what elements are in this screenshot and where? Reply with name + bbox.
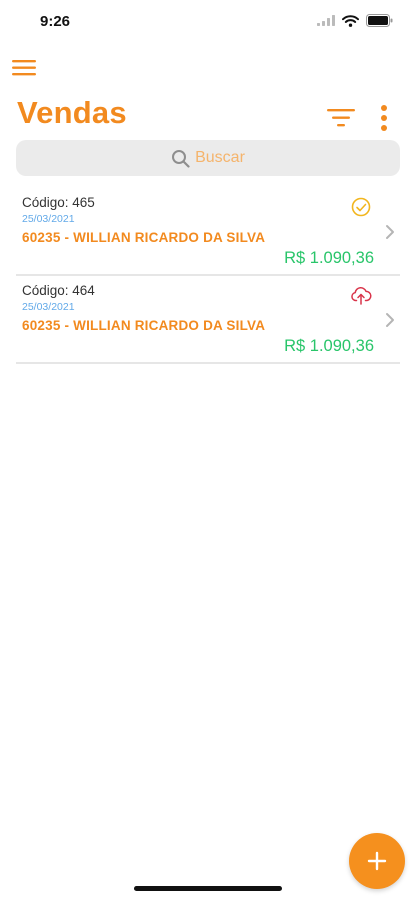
hamburger-icon	[12, 60, 36, 76]
sale-value: R$ 1.090,36	[284, 337, 374, 355]
plus-icon	[367, 851, 387, 871]
check-circle-icon	[351, 197, 371, 217]
sale-date: 25/03/2021	[22, 213, 75, 225]
sale-code: Código: 465	[22, 195, 95, 210]
status-time: 9:26	[40, 13, 71, 30]
filter-icon	[327, 109, 355, 127]
home-indicator	[134, 886, 282, 891]
sale-card[interactable]: Código: 465 25/03/2021 60235 - WILLIAN R…	[16, 188, 400, 276]
more-vertical-icon	[381, 105, 387, 131]
add-sale-button[interactable]	[349, 833, 405, 889]
cloud-upload-icon	[351, 287, 372, 305]
chevron-right-icon	[386, 313, 394, 327]
battery-icon	[366, 14, 393, 27]
sale-value: R$ 1.090,36	[284, 249, 374, 267]
status-bar: 9:26	[0, 0, 415, 46]
status-icons	[317, 14, 393, 27]
search-icon	[172, 149, 190, 168]
sale-code: Código: 464	[22, 283, 95, 298]
more-options-button[interactable]	[376, 103, 392, 133]
sale-date: 25/03/2021	[22, 301, 75, 313]
filter-button[interactable]	[326, 107, 356, 129]
page-title: Vendas	[17, 95, 127, 130]
sales-list: Código: 465 25/03/2021 60235 - WILLIAN R…	[16, 188, 400, 364]
signal-icon	[317, 15, 335, 26]
sale-client: 60235 - WILLIAN RICARDO DA SILVA	[22, 318, 266, 333]
chevron-right-icon	[386, 225, 394, 239]
search-bar[interactable]: Buscar	[16, 140, 400, 176]
search-placeholder: Buscar	[195, 149, 245, 166]
wifi-icon	[342, 14, 359, 27]
sale-client: 60235 - WILLIAN RICARDO DA SILVA	[22, 230, 266, 245]
menu-button[interactable]	[12, 57, 38, 79]
sale-card[interactable]: Código: 464 25/03/2021 60235 - WILLIAN R…	[16, 276, 400, 364]
